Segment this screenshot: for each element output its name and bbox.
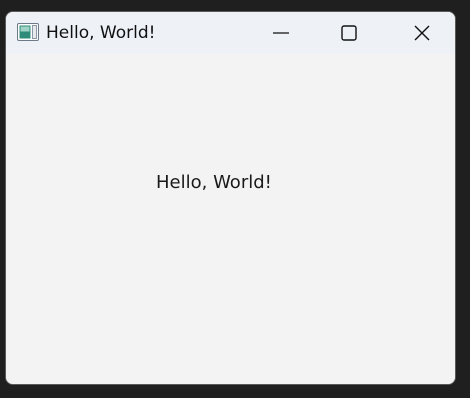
maximize-button[interactable]: [326, 12, 372, 54]
window-content: Hello, World!: [6, 54, 455, 384]
close-icon: [413, 24, 431, 42]
minimize-button[interactable]: [258, 12, 304, 54]
close-button[interactable]: [399, 12, 445, 54]
title-bar[interactable]: Hello, World!: [6, 12, 455, 54]
app-window: Hello, World! Hello, World!: [5, 11, 456, 385]
window-title: Hello, World!: [46, 23, 156, 43]
maximize-icon: [340, 24, 358, 42]
app-window-icon[interactable]: [17, 23, 39, 41]
hello-world-label: Hello, World!: [156, 172, 272, 193]
minimize-icon: [272, 24, 290, 42]
